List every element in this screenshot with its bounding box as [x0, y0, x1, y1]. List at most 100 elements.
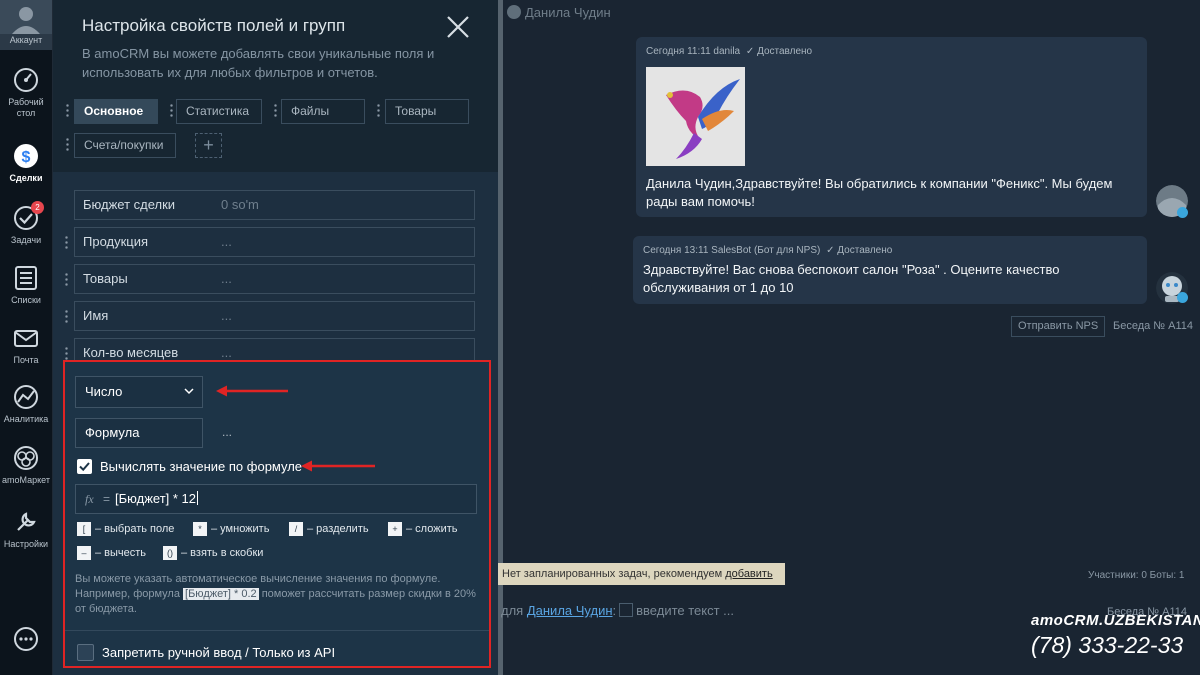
nav-tasks[interactable]: 2 Задачи — [0, 201, 52, 246]
tab-drag-handle[interactable] — [170, 103, 173, 118]
op-multiply[interactable]: * – умножить — [193, 522, 269, 536]
api-only-label: Запретить ручной ввод / Только из API — [102, 645, 336, 660]
op-label: – вычесть — [95, 547, 147, 559]
tab-invoices[interactable]: Счета/покупки — [74, 133, 176, 158]
field-name: Товары — [83, 271, 128, 286]
message-meta-text: Сегодня 11:11 danila — [646, 46, 741, 57]
reply-recipient-link[interactable]: Данила Чудин — [527, 603, 613, 618]
add-tab-button[interactable]: + — [195, 133, 222, 158]
tab-drag-handle[interactable] — [274, 103, 277, 118]
tab-goods[interactable]: Товары — [385, 99, 469, 124]
lists-icon — [15, 266, 37, 290]
nav-market-label: amoМаркет — [2, 475, 50, 485]
op-label: – умножить — [211, 523, 270, 535]
panel-title: Настройка свойств полей и групп — [82, 16, 346, 35]
field-more-button[interactable]: ... — [222, 425, 232, 439]
field-type-select[interactable]: Число — [75, 376, 203, 408]
avatar-icon — [0, 0, 52, 34]
send-nps-button[interactable]: Отправить NPS — [1011, 316, 1106, 337]
formula-hint-example: [Бюджет] * 0.2 — [183, 588, 259, 600]
op-divide[interactable]: / – разделить — [289, 522, 369, 536]
deals-icon: $ — [14, 144, 38, 168]
field-row-name[interactable]: Имя ... — [74, 301, 475, 331]
recipient-select[interactable] — [619, 603, 634, 617]
add-task-link[interactable]: добавить — [725, 568, 772, 580]
annotation-arrow-formula — [301, 460, 375, 472]
tab-statistics[interactable]: Статистика — [176, 99, 262, 124]
tab-drag-handle[interactable] — [66, 137, 69, 152]
nav-tasks-label: Задачи — [10, 235, 42, 245]
op-brackets[interactable]: () – взять в скобки — [163, 546, 263, 560]
formula-hint: Вы можете указать автоматическое вычисле… — [75, 572, 480, 617]
calc-by-formula-checkbox[interactable] — [77, 459, 92, 474]
op-add[interactable]: + – сложить — [388, 522, 457, 536]
message-meta: Сегодня 11:11 danila ✓ Доставлено — [646, 46, 812, 57]
settings-icon — [17, 512, 36, 531]
nav-chat[interactable] — [0, 625, 52, 653]
nav-settings-label: Настройки — [3, 539, 49, 549]
market-icon — [14, 446, 38, 470]
nav-lists-label: Списки — [11, 295, 41, 305]
chat-icon — [14, 627, 38, 651]
analytics-icon — [14, 385, 38, 409]
op-select-field[interactable]: [– выбрать поле — [77, 522, 174, 536]
nav-settings[interactable]: Настройки — [0, 508, 52, 550]
op-key: + — [388, 522, 402, 536]
tab-files[interactable]: Файлы — [281, 99, 365, 124]
op-label: – выбрать поле — [95, 523, 175, 535]
field-name-input[interactable]: Формула — [75, 418, 203, 448]
field-row-budget[interactable]: Бюджет сделки 0 so'm — [74, 190, 475, 220]
chat-area: Данила Чудин Сегодня 11:11 danila ✓ Дост… — [498, 0, 1200, 675]
field-row-products[interactable]: Продукция ... — [74, 227, 475, 257]
field-drag-handle[interactable] — [65, 235, 68, 250]
nav-account-label: Аккаунт — [9, 35, 43, 45]
panel-header: Настройка свойств полей и групп В amoCRM… — [53, 0, 498, 172]
tab-drag-handle[interactable] — [377, 103, 380, 118]
field-type-value: Число — [85, 384, 123, 399]
op-label: – разделить — [307, 523, 369, 535]
nav-account[interactable]: Аккаунт — [0, 0, 52, 50]
op-subtract[interactable]: – – вычесть — [77, 546, 146, 560]
nav-lists[interactable]: Списки — [0, 264, 52, 306]
op-label: – сложить — [406, 523, 458, 535]
message-meta-text: Сегодня 13:11 SalesBot (Бот для NPS) — [643, 245, 821, 256]
telegram-icon — [1177, 207, 1188, 218]
message-meta: Сегодня 13:11 SalesBot (Бот для NPS) ✓ Д… — [643, 245, 892, 256]
field-row-goods[interactable]: Товары ... — [74, 264, 475, 294]
op-key: * — [193, 522, 207, 536]
message-bubble: Сегодня 13:11 SalesBot (Бот для NPS) ✓ Д… — [633, 236, 1147, 304]
nav-market[interactable]: amoМаркет — [0, 444, 52, 486]
avatar — [507, 5, 521, 19]
tasks-notice-text: Нет запланированных задач, рекомендуем — [502, 568, 723, 580]
nav-deals[interactable]: $ Сделки — [0, 142, 52, 184]
telegram-icon — [1177, 292, 1188, 303]
close-icon[interactable] — [445, 14, 471, 40]
formula-input[interactable]: fx = [Бюджет] * 12 — [75, 484, 477, 514]
op-key: / — [289, 522, 303, 536]
tasks-badge: 2 — [31, 201, 44, 214]
field-drag-handle[interactable] — [65, 309, 68, 324]
api-only-checkbox[interactable] — [77, 644, 94, 661]
phoenix-image[interactable] — [646, 67, 745, 166]
op-key: – — [77, 546, 91, 560]
field-drag-handle[interactable] — [65, 346, 68, 361]
tasks-notice: Нет запланированных задач, рекомендуем д… — [498, 563, 785, 585]
brand-name: amoCRM.UZBEKISTAN — [1031, 612, 1200, 629]
nav-dashboard[interactable]: Рабочий стол — [0, 66, 52, 119]
annotation-arrow-type — [216, 385, 288, 397]
tab-basic[interactable]: Основное — [74, 99, 158, 124]
chat-contact-name: Данила Чудин — [525, 5, 611, 20]
message-text: Здравствуйте! Вас снова беспокоит салон … — [643, 262, 1060, 295]
field-value: ... — [221, 234, 232, 249]
check-icon — [79, 462, 90, 472]
reply-placeholder[interactable]: введите текст ... — [636, 603, 734, 618]
panel-description: В amoCRM вы можете добавлять свои уникал… — [82, 46, 435, 80]
field-drag-handle[interactable] — [65, 272, 68, 287]
tab-drag-handle[interactable] — [66, 103, 69, 118]
nav-mail[interactable]: Почта — [0, 324, 52, 366]
reply-input-row[interactable]: для Данила Чудин: введите текст ... — [501, 603, 734, 618]
field-name: Продукция — [83, 234, 149, 249]
formula-equals: = — [103, 492, 111, 506]
nav-analytics[interactable]: Аналитика — [0, 383, 52, 425]
chevron-down-icon — [184, 388, 194, 395]
